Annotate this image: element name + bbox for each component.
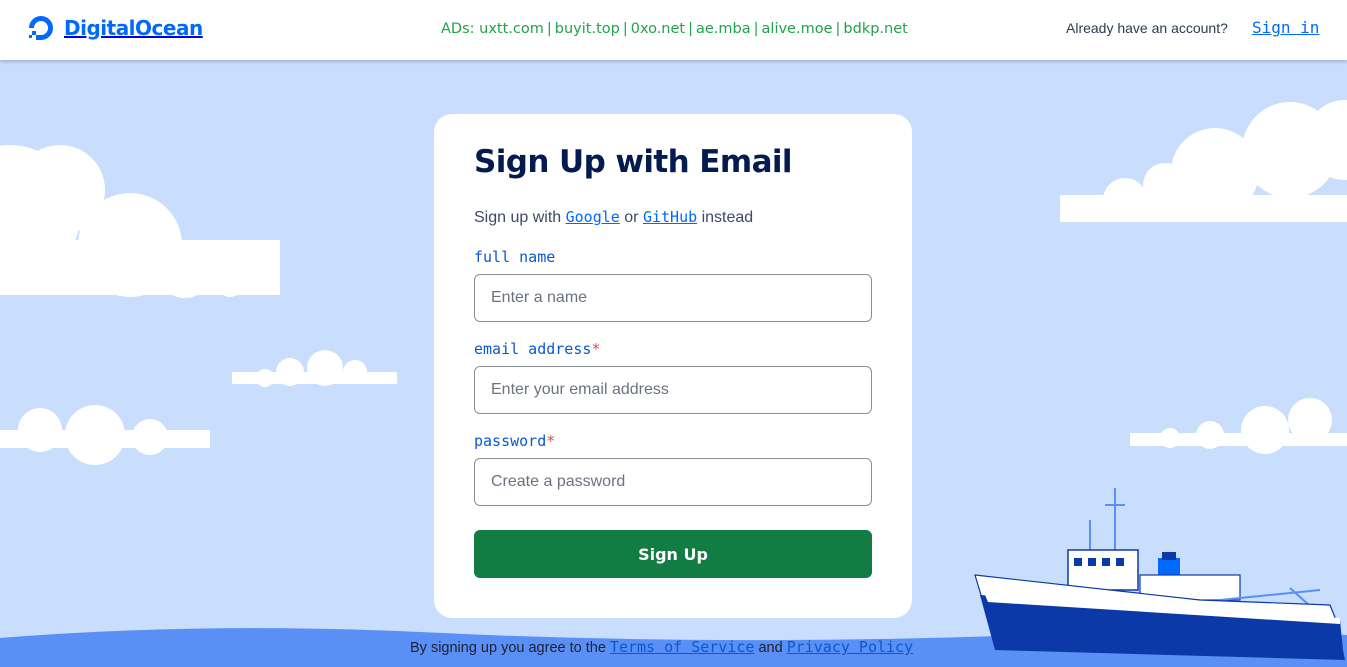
signup-card: Sign Up with Email Sign up with Google o… bbox=[434, 114, 912, 618]
password-label-text: password bbox=[474, 432, 547, 450]
email-label-text: email address bbox=[474, 340, 592, 358]
ship-illustration bbox=[974, 488, 1345, 660]
email-label: email address* bbox=[474, 340, 600, 358]
full-name-label: full name bbox=[474, 248, 555, 266]
password-input[interactable] bbox=[475, 459, 871, 505]
ads-banner: ADs: uxtt.com | buyit.top | 0xo.net | ae.mba | a… bbox=[441, 21, 908, 37]
alt-or: or bbox=[624, 209, 639, 226]
cloud-left-low bbox=[0, 405, 210, 465]
full-name-input[interactable] bbox=[475, 275, 871, 321]
top-navbar: DigitalOcean ADs: uxtt.com | buyit.top | 0xo… bbox=[0, 0, 1347, 60]
cloud-left-large bbox=[0, 145, 280, 298]
alt-prefix: Sign up with bbox=[474, 209, 562, 226]
required-asterisk: * bbox=[591, 340, 601, 358]
full-name-field bbox=[474, 274, 872, 322]
sign-in-link[interactable]: Sign in bbox=[1252, 18, 1319, 37]
account-prompt: Already have an account? bbox=[1066, 20, 1228, 36]
ad-link[interactable]: uxtt.com bbox=[479, 21, 544, 37]
required-asterisk: * bbox=[546, 432, 556, 450]
ad-link[interactable]: 0xo.net bbox=[631, 21, 685, 37]
cloud-right-low bbox=[1130, 398, 1347, 454]
password-label: password* bbox=[474, 432, 555, 450]
password-field bbox=[474, 458, 872, 506]
alt-suffix: instead bbox=[701, 209, 754, 226]
brand-logo[interactable]: DigitalOcean bbox=[26, 13, 203, 43]
privacy-policy-link[interactable]: Privacy Policy bbox=[787, 638, 913, 656]
sign-up-button[interactable]: Sign Up bbox=[474, 530, 872, 578]
google-signup-link[interactable]: Google bbox=[566, 208, 620, 226]
alt-signup-line: Sign up with Google or GitHub instead bbox=[474, 208, 753, 227]
email-input[interactable] bbox=[475, 367, 871, 413]
ad-link[interactable]: ae.mba bbox=[696, 21, 751, 37]
terms-and: and bbox=[758, 640, 783, 656]
terms-of-service-link[interactable]: Terms of Service bbox=[610, 638, 755, 656]
ads-prefix: ADs: bbox=[441, 21, 475, 37]
cloud-left-small bbox=[232, 350, 397, 387]
email-field bbox=[474, 366, 872, 414]
cloud-right-large bbox=[1060, 100, 1347, 222]
terms-notice: By signing up you agree to the Terms of … bbox=[410, 638, 913, 656]
terms-prefix: By signing up you agree to the bbox=[410, 640, 606, 656]
brand-name: DigitalOcean bbox=[64, 16, 203, 40]
page-title: Sign Up with Email bbox=[474, 144, 793, 180]
ad-link[interactable]: bdkp.net bbox=[843, 21, 907, 37]
full-name-label-text: full name bbox=[474, 248, 556, 266]
ad-link[interactable]: alive.moe bbox=[762, 21, 833, 37]
github-signup-link[interactable]: GitHub bbox=[643, 208, 697, 226]
digitalocean-logo-icon bbox=[29, 16, 53, 40]
ad-link[interactable]: buyit.top bbox=[555, 21, 620, 37]
